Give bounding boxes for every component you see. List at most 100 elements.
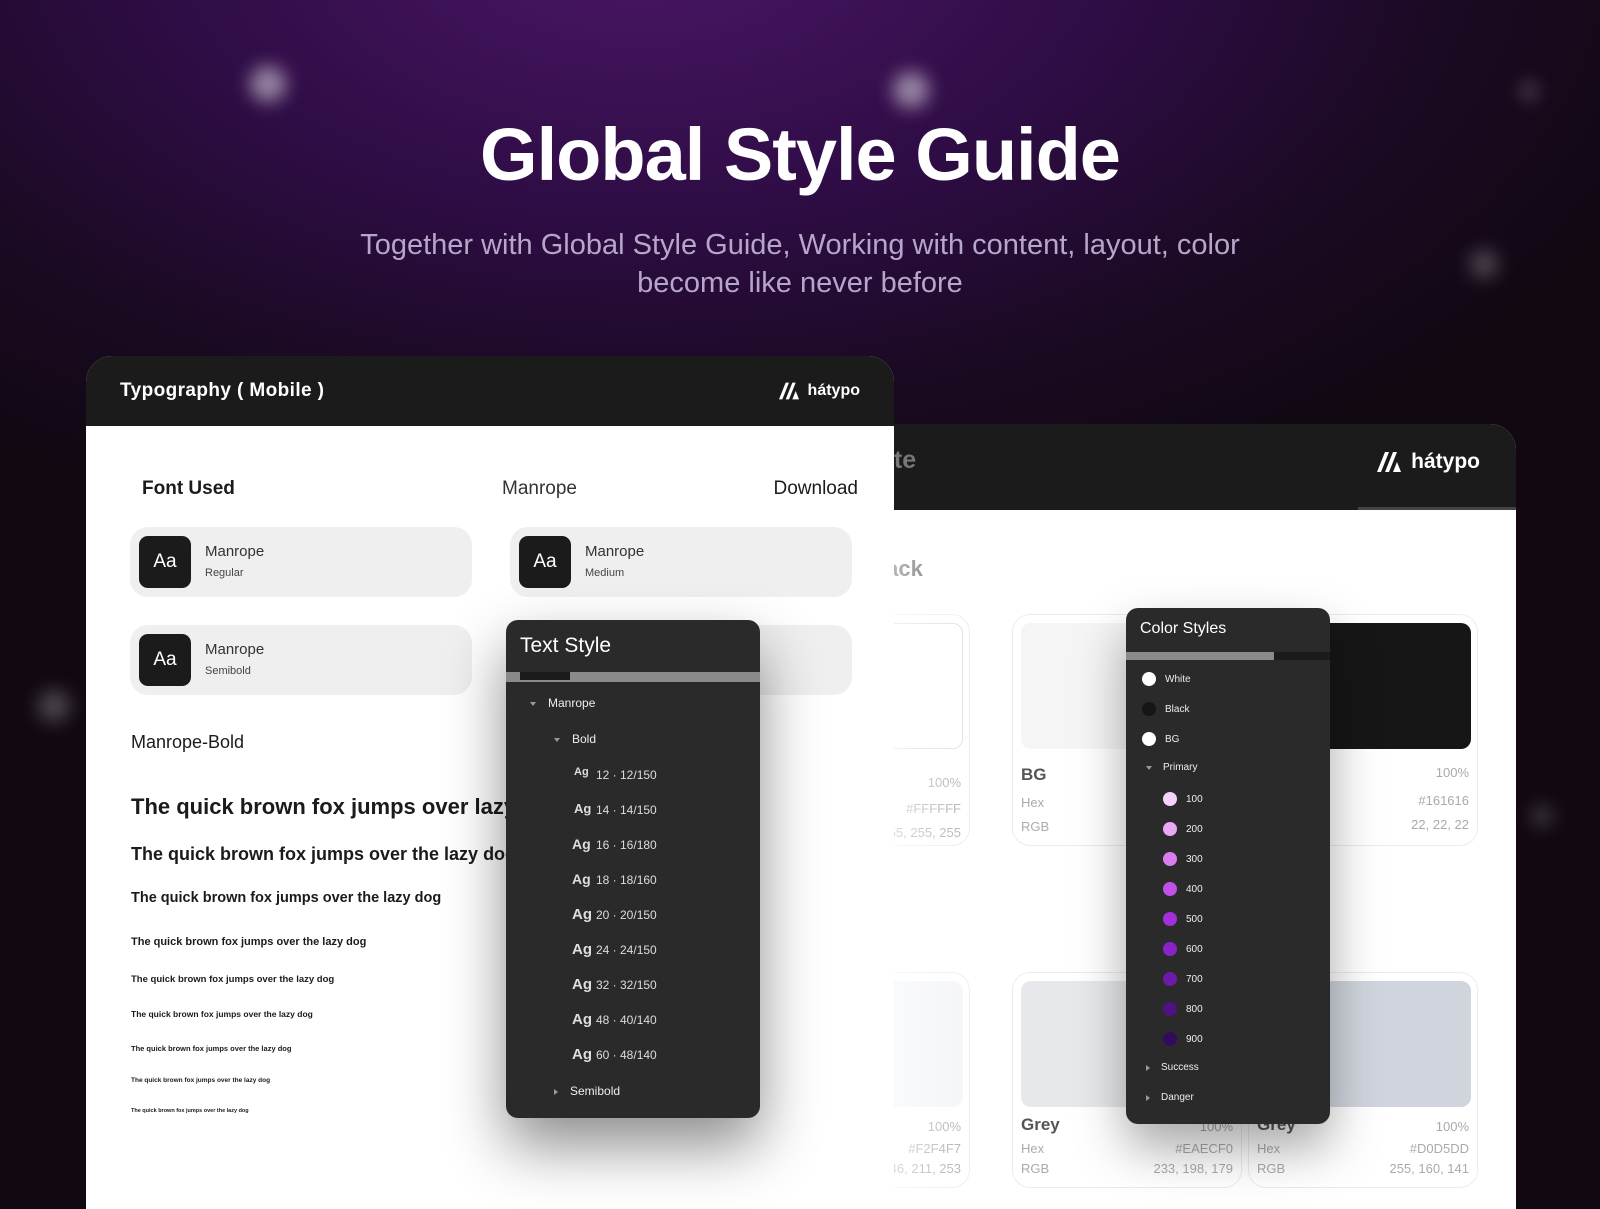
- color-style-item[interactable]: 800: [1163, 1002, 1203, 1016]
- font-card-name: Manrope: [585, 543, 645, 560]
- header-underline: [1358, 507, 1516, 510]
- color-style-item[interactable]: 400: [1163, 882, 1203, 896]
- font-card-name: Manrope: [205, 543, 265, 560]
- text-style-size[interactable]: 20 · 20/150: [596, 908, 657, 922]
- color-style-item[interactable]: 900: [1163, 1032, 1203, 1046]
- brand-logo: hátypo: [777, 381, 860, 401]
- text-style-glyph: Ag: [572, 941, 592, 958]
- popover-scrollbar[interactable]: [1126, 652, 1330, 660]
- text-style-group-semibold[interactable]: Semibold: [554, 1084, 620, 1098]
- font-card-weight: Semibold: [205, 665, 251, 677]
- typography-title: Typography ( Mobile ): [120, 380, 325, 401]
- chevron-down-icon: [530, 701, 536, 706]
- color-dot-icon: [1142, 732, 1156, 746]
- color-dot-icon: [1163, 792, 1177, 806]
- text-style-glyph: Ag: [572, 976, 592, 993]
- color-style-group-primary[interactable]: Primary: [1146, 762, 1197, 773]
- sample-text-24: The quick brown fox jumps over lazy: [131, 794, 517, 819]
- color-rgb: 22, 22, 22: [1411, 817, 1469, 832]
- color-style-label: 800: [1186, 1003, 1203, 1015]
- sample-text-12: The quick brown fox jumps over the lazy …: [131, 936, 367, 948]
- color-style-label: 700: [1186, 973, 1203, 985]
- typography-header: Typography ( Mobile ) hátypo: [86, 356, 894, 426]
- scroll-thumb: [1274, 652, 1330, 660]
- color-hex: #FFFFFF: [906, 801, 961, 816]
- text-style-glyph: Ag: [574, 801, 592, 816]
- color-rgb: 246, 211, 253: [882, 1161, 961, 1176]
- text-style-size[interactable]: 18 · 18/160: [596, 873, 657, 887]
- color-style-item[interactable]: 700: [1163, 972, 1203, 986]
- font-card-semibold[interactable]: Aa Manrope Semibold: [130, 625, 472, 695]
- color-percent: 100%: [927, 775, 961, 790]
- group-label: Manrope: [548, 696, 596, 710]
- chevron-down-icon: [554, 737, 560, 742]
- font-glyph-badge: Aa: [139, 536, 191, 588]
- color-style-item[interactable]: 500: [1163, 912, 1203, 926]
- popover-scrollbar[interactable]: [506, 672, 760, 682]
- group-label: Semibold: [570, 1084, 621, 1098]
- brand-logo: hátypo: [1375, 450, 1480, 474]
- color-style-label: 300: [1186, 853, 1203, 865]
- text-style-size[interactable]: 14 · 14/150: [596, 803, 657, 817]
- font-card-weight: Regular: [205, 567, 244, 579]
- color-style-label: 600: [1186, 943, 1203, 955]
- text-style-size[interactable]: 32 · 32/150: [596, 978, 657, 992]
- color-palette-header: ete hátypo: [880, 424, 1516, 510]
- brand-name: hátypo: [1411, 450, 1480, 473]
- text-style-size[interactable]: 48 · 40/140: [596, 1013, 657, 1027]
- color-style-label: BG: [1165, 733, 1180, 745]
- chevron-down-icon: [1146, 765, 1152, 770]
- color-style-label: 200: [1186, 823, 1203, 835]
- chevron-right-icon: [1146, 1064, 1150, 1071]
- color-style-item[interactable]: 200: [1163, 822, 1203, 836]
- color-style-group-danger[interactable]: Danger: [1146, 1092, 1194, 1103]
- color-percent: 100%: [927, 1119, 961, 1134]
- scroll-thumb: [520, 672, 570, 680]
- text-style-group-manrope[interactable]: Manrope: [530, 696, 595, 710]
- text-style-glyph: Ag: [572, 906, 592, 923]
- color-dot-icon: [1163, 912, 1177, 926]
- sample-text-6: The quick brown fox jumps over the lazy …: [131, 1108, 249, 1114]
- color-style-item[interactable]: 300: [1163, 852, 1203, 866]
- color-style-item[interactable]: BG: [1142, 732, 1179, 746]
- font-glyph-badge: Aa: [519, 536, 571, 588]
- sample-text-16: The quick brown fox jumps over the lazy …: [131, 890, 442, 906]
- color-style-item[interactable]: Black: [1142, 702, 1189, 716]
- color-name: BG: [1021, 765, 1047, 784]
- text-style-size[interactable]: 12 · 12/150: [596, 768, 657, 782]
- color-style-group-success[interactable]: Success: [1146, 1062, 1199, 1073]
- color-rgb-label: RGB: [1021, 819, 1050, 834]
- text-style-size[interactable]: 16 · 16/180: [596, 838, 657, 852]
- color-dot-icon: [1163, 1032, 1177, 1046]
- color-style-item[interactable]: 600: [1163, 942, 1203, 956]
- text-style-glyph: Ag: [572, 836, 591, 852]
- color-hex-label: Hex: [1021, 1141, 1045, 1156]
- color-style-item[interactable]: White: [1142, 672, 1191, 686]
- text-style-group-bold[interactable]: Bold: [554, 732, 596, 746]
- color-style-label: White: [1165, 673, 1191, 685]
- glow-dot: [1520, 82, 1538, 100]
- color-style-label: 900: [1186, 1033, 1203, 1045]
- typography-panel: Typography ( Mobile ) hátypo Font Used M…: [86, 356, 894, 1209]
- font-used-label: Font Used: [142, 478, 235, 499]
- font-card-medium[interactable]: Aa Manrope Medium: [510, 527, 852, 597]
- color-dot-icon: [1142, 702, 1156, 716]
- color-styles-title: Color Styles: [1140, 620, 1227, 637]
- font-card-regular[interactable]: Aa Manrope Regular: [130, 527, 472, 597]
- hero-subtitle-line: become like never before: [637, 267, 963, 299]
- color-hex-label: Hex: [1257, 1141, 1281, 1156]
- color-percent: 100%: [1435, 1119, 1469, 1134]
- sample-heading: Manrope-Bold: [131, 732, 245, 752]
- font-glyph-badge: Aa: [139, 634, 191, 686]
- chevron-right-icon: [554, 1088, 558, 1095]
- chevron-right-icon: [1146, 1094, 1150, 1101]
- text-style-size[interactable]: 60 · 48/140: [596, 1048, 657, 1062]
- color-style-item[interactable]: 100: [1163, 792, 1203, 806]
- download-link[interactable]: Download: [774, 478, 859, 500]
- color-rgb-label: RGB: [1021, 1161, 1050, 1176]
- color-dot-icon: [1163, 882, 1177, 896]
- color-rgb: 255, 160, 141: [1389, 1161, 1469, 1176]
- glow-dot: [250, 66, 286, 102]
- color-styles-popover: Color Styles White Black BG Primary 100 200 30…: [1126, 608, 1330, 1124]
- text-style-size[interactable]: 24 · 24/150: [596, 943, 657, 957]
